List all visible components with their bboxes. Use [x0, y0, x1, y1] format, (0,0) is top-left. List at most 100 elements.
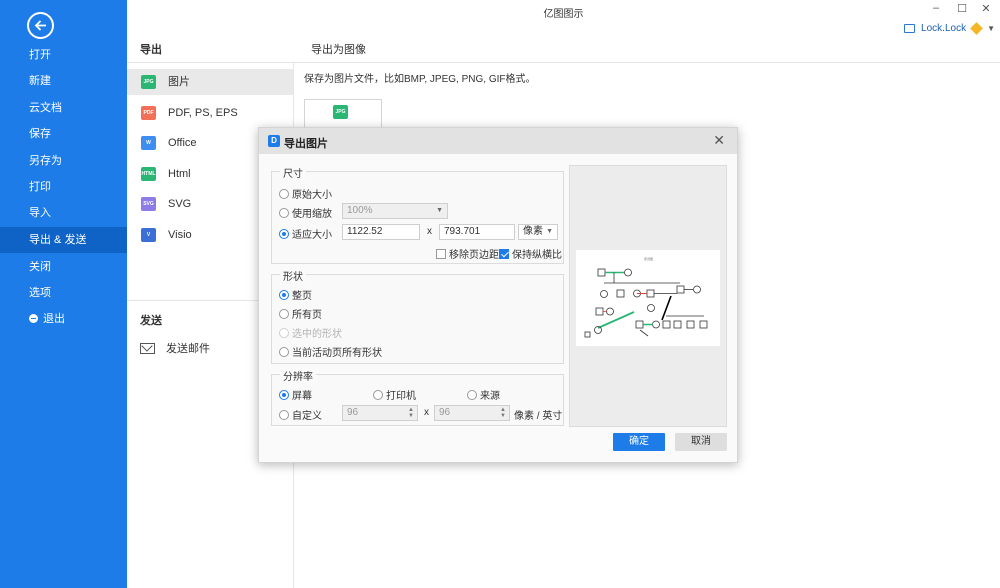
shape-group-label: 形状	[280, 268, 306, 283]
export-heading: 导出	[140, 44, 162, 56]
mail-icon	[140, 342, 155, 354]
send-email-item[interactable]: 发送邮件	[140, 340, 210, 356]
minimize-button[interactable]: –	[926, 2, 946, 14]
maximize-button[interactable]: ☐	[952, 2, 972, 15]
user-name[interactable]: Lock.Lock	[921, 23, 966, 34]
radio-all-pages[interactable]: 所有页	[279, 306, 322, 321]
export-description: 保存为图片文件，比如BMP, JPEG, PNG, GIF格式。	[304, 74, 536, 85]
sidebar-item-export-send[interactable]: 导出 & 发送	[0, 227, 127, 253]
word-file-icon: W	[141, 136, 156, 150]
dpi-x-value: 96	[347, 407, 359, 418]
ok-button[interactable]: 确定	[613, 433, 665, 451]
title-bar: 亿图图示	[127, 0, 1000, 22]
sidebar-item-save-as[interactable]: 另存为	[0, 148, 127, 174]
sidebar-item-cloud[interactable]: 云文档	[0, 95, 127, 121]
format-item-pdf[interactable]: PDF PDF, PS, EPS	[127, 100, 293, 126]
radio-current-page[interactable]: 整页	[279, 287, 312, 302]
dpi-y-stepper[interactable]: 96 ▲ ▼	[434, 405, 510, 421]
radio-button[interactable]	[279, 188, 289, 199]
send-email-label: 发送邮件	[166, 343, 210, 355]
dpi-x-stepper[interactable]: 96 ▲ ▼	[342, 405, 418, 421]
send-heading: 发送	[140, 315, 162, 327]
radio-source[interactable]: 来源	[467, 387, 500, 402]
radio-button[interactable]	[279, 409, 289, 420]
back-button[interactable]	[27, 12, 54, 39]
radio-button[interactable]	[373, 389, 383, 400]
app-title: 亿图图示	[543, 9, 584, 20]
radio-button	[279, 327, 289, 338]
shape-group: 形状 整页 所有页 选中的形状 当前活动页所有形状	[271, 268, 564, 364]
unit-select[interactable]: 像素 ▼	[518, 224, 558, 240]
export-preview: 家谱图	[569, 165, 727, 427]
format-label: Office	[168, 137, 197, 149]
jpg-file-icon: JPG	[141, 75, 156, 89]
format-item-image[interactable]: JPG 图片	[127, 69, 293, 95]
close-icon[interactable]: ✕	[713, 132, 725, 149]
content-heading: 导出为图像	[311, 44, 366, 56]
sidebar-item-options[interactable]: 选项	[0, 280, 127, 306]
radio-button[interactable]	[279, 289, 289, 300]
sidebar-item-open[interactable]: 打开	[0, 42, 127, 68]
radio-fit-size[interactable]: 适应大小	[279, 226, 332, 241]
checkbox-label: 移除页边距	[449, 250, 499, 261]
sidebar-item-exit[interactable]: 退出	[0, 306, 127, 332]
radio-button[interactable]	[279, 308, 289, 319]
app-logo-icon: D	[268, 135, 280, 147]
header-divider	[127, 62, 1000, 63]
radio-label: 适应大小	[292, 230, 332, 241]
unit-value: 像素	[523, 226, 543, 237]
chevron-down-icon: ▼	[436, 207, 443, 214]
radio-button[interactable]	[279, 346, 289, 357]
radio-use-zoom[interactable]: 使用缩放	[279, 205, 332, 220]
message-icon[interactable]	[904, 24, 916, 33]
radio-button[interactable]	[279, 389, 289, 400]
svg-text:家谱图: 家谱图	[644, 256, 653, 261]
radio-label: 当前活动页所有形状	[292, 348, 382, 359]
format-label: SVG	[168, 198, 192, 210]
radio-original-size[interactable]: 原始大小	[279, 186, 332, 201]
image-export-thumbnail[interactable]: JPG	[304, 99, 382, 129]
radio-screen[interactable]: 屏幕	[279, 387, 312, 402]
radio-label: 打印机	[386, 391, 416, 402]
dialog-title: 导出图片	[284, 138, 328, 150]
stepper-arrows-icon[interactable]: ▲ ▼	[500, 407, 506, 419]
radio-button[interactable]	[279, 207, 289, 218]
height-input[interactable]: 793.701	[439, 224, 515, 240]
dpi-unit-label: 像素 / 英寸	[514, 411, 563, 422]
checkbox[interactable]	[499, 248, 509, 259]
radio-label: 选中的形状	[292, 329, 342, 340]
radio-printer[interactable]: 打印机	[373, 387, 416, 402]
arrow-left-icon	[34, 20, 46, 31]
sidebar-item-save[interactable]: 保存	[0, 121, 127, 147]
sidebar-item-import[interactable]: 导入	[0, 200, 127, 226]
checkbox[interactable]	[436, 248, 446, 259]
radio-button[interactable]	[279, 228, 289, 239]
width-input[interactable]: 1122.52	[342, 224, 420, 240]
zoom-value: 100%	[347, 205, 373, 216]
checkbox-remove-margin[interactable]: 移除页边距	[436, 246, 499, 261]
cancel-button[interactable]: 取消	[675, 433, 727, 451]
svg-file-icon: SVG	[141, 197, 156, 211]
radio-label: 使用缩放	[292, 209, 332, 220]
radio-selected-shapes: 选中的形状	[279, 325, 342, 340]
format-label: 图片	[168, 76, 190, 88]
resolution-group-label: 分辨率	[280, 368, 316, 383]
sidebar-item-print[interactable]: 打印	[0, 174, 127, 200]
radio-label: 原始大小	[292, 190, 332, 201]
zoom-select[interactable]: 100% ▼	[342, 203, 448, 219]
radio-button[interactable]	[467, 389, 477, 400]
stepper-arrows-icon[interactable]: ▲ ▼	[408, 407, 414, 419]
chevron-down-icon[interactable]: ▼	[987, 24, 995, 33]
radio-label: 来源	[480, 391, 500, 402]
radio-custom[interactable]: 自定义	[279, 407, 322, 422]
checkbox-keep-ratio[interactable]: 保持纵横比	[499, 246, 562, 261]
size-group-label: 尺寸	[280, 165, 306, 180]
sidebar-item-new[interactable]: 新建	[0, 68, 127, 94]
sidebar-item-close[interactable]: 关闭	[0, 254, 127, 280]
user-area[interactable]: Lock.Lock ▼	[904, 22, 995, 35]
radio-label: 自定义	[292, 411, 322, 422]
sidebar: 打开 新建 云文档 保存 另存为 打印 导入 导出 & 发送 关闭 选项 退出	[0, 0, 127, 588]
close-window-button[interactable]: ✕	[976, 2, 996, 15]
pdf-file-icon: PDF	[141, 106, 156, 120]
radio-all-shapes[interactable]: 当前活动页所有形状	[279, 344, 382, 359]
